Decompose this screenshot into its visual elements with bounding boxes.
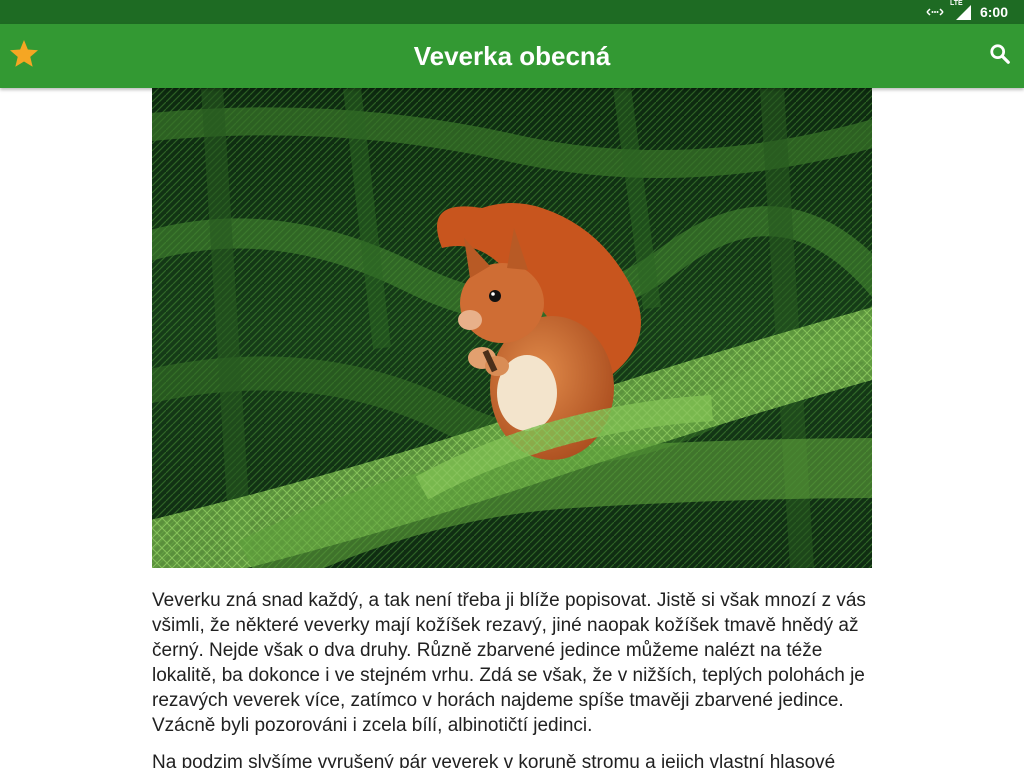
squirrel-photo [152,88,872,568]
search-icon [989,43,1011,70]
paragraph: Na podzim slyšíme vyrušený pár veverek v… [152,752,836,768]
app-bar: Veverka obecná [0,24,1024,88]
search-button[interactable] [976,24,1024,88]
signal-icon: LTE [949,0,972,21]
page-title: Veverka obecná [413,41,611,71]
article-content: Veverku zná snad každý, a tak není třeba… [152,88,872,768]
clock: 6:00 [979,4,1008,20]
status-bar: LTE 6:00 [0,0,1024,24]
status-icons: LTE 6:00 [926,0,1008,24]
paragraph: Veverku zná snad každý, a tak není třeba… [152,590,866,736]
article-text: Veverku zná snad každý, a tak není třeba… [152,588,872,768]
network-type-label: LTE [949,0,963,7]
data-transfer-icon [926,6,944,18]
